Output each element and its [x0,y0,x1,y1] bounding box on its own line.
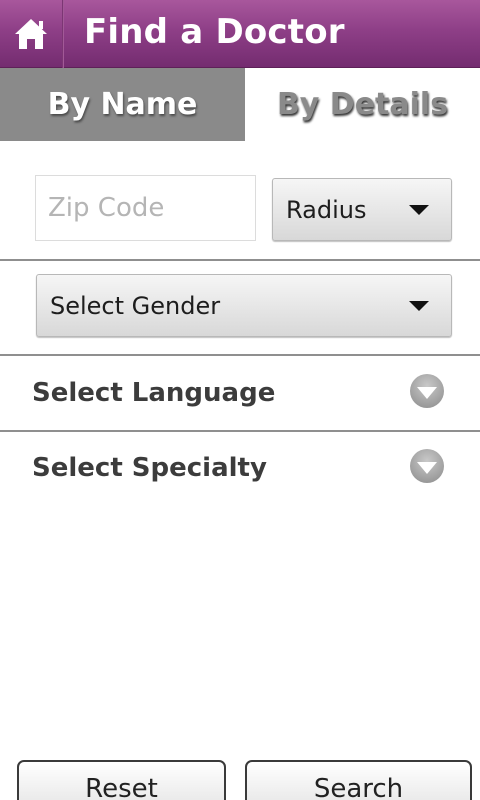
reset-button[interactable]: Reset [17,760,226,800]
radius-select[interactable]: Radius [272,178,452,241]
divider [0,354,480,356]
divider [0,430,480,432]
divider [0,259,480,261]
expand-icon [410,374,444,408]
dropdown-arrow-icon [409,204,429,215]
radius-select-label: Radius [286,195,367,224]
tab-by-details[interactable]: By Details [245,68,480,141]
language-expander[interactable]: Select Language [0,358,480,432]
home-button[interactable] [0,0,62,68]
page-title: Find a Doctor [84,12,345,52]
tab-by-name[interactable]: By Name [0,68,245,141]
expand-icon [410,449,444,483]
specialty-expander[interactable]: Select Specialty [0,433,480,507]
header-divider [62,0,64,68]
search-button[interactable]: Search [245,760,472,800]
home-icon [15,19,47,49]
app-header: Find a Doctor [0,0,480,68]
specialty-label: Select Specialty [32,453,267,483]
gender-select-label: Select Gender [50,291,221,320]
zip-code-input[interactable] [35,175,256,241]
dropdown-arrow-icon [409,300,429,311]
gender-select[interactable]: Select Gender [36,274,452,337]
language-label: Select Language [32,378,276,408]
